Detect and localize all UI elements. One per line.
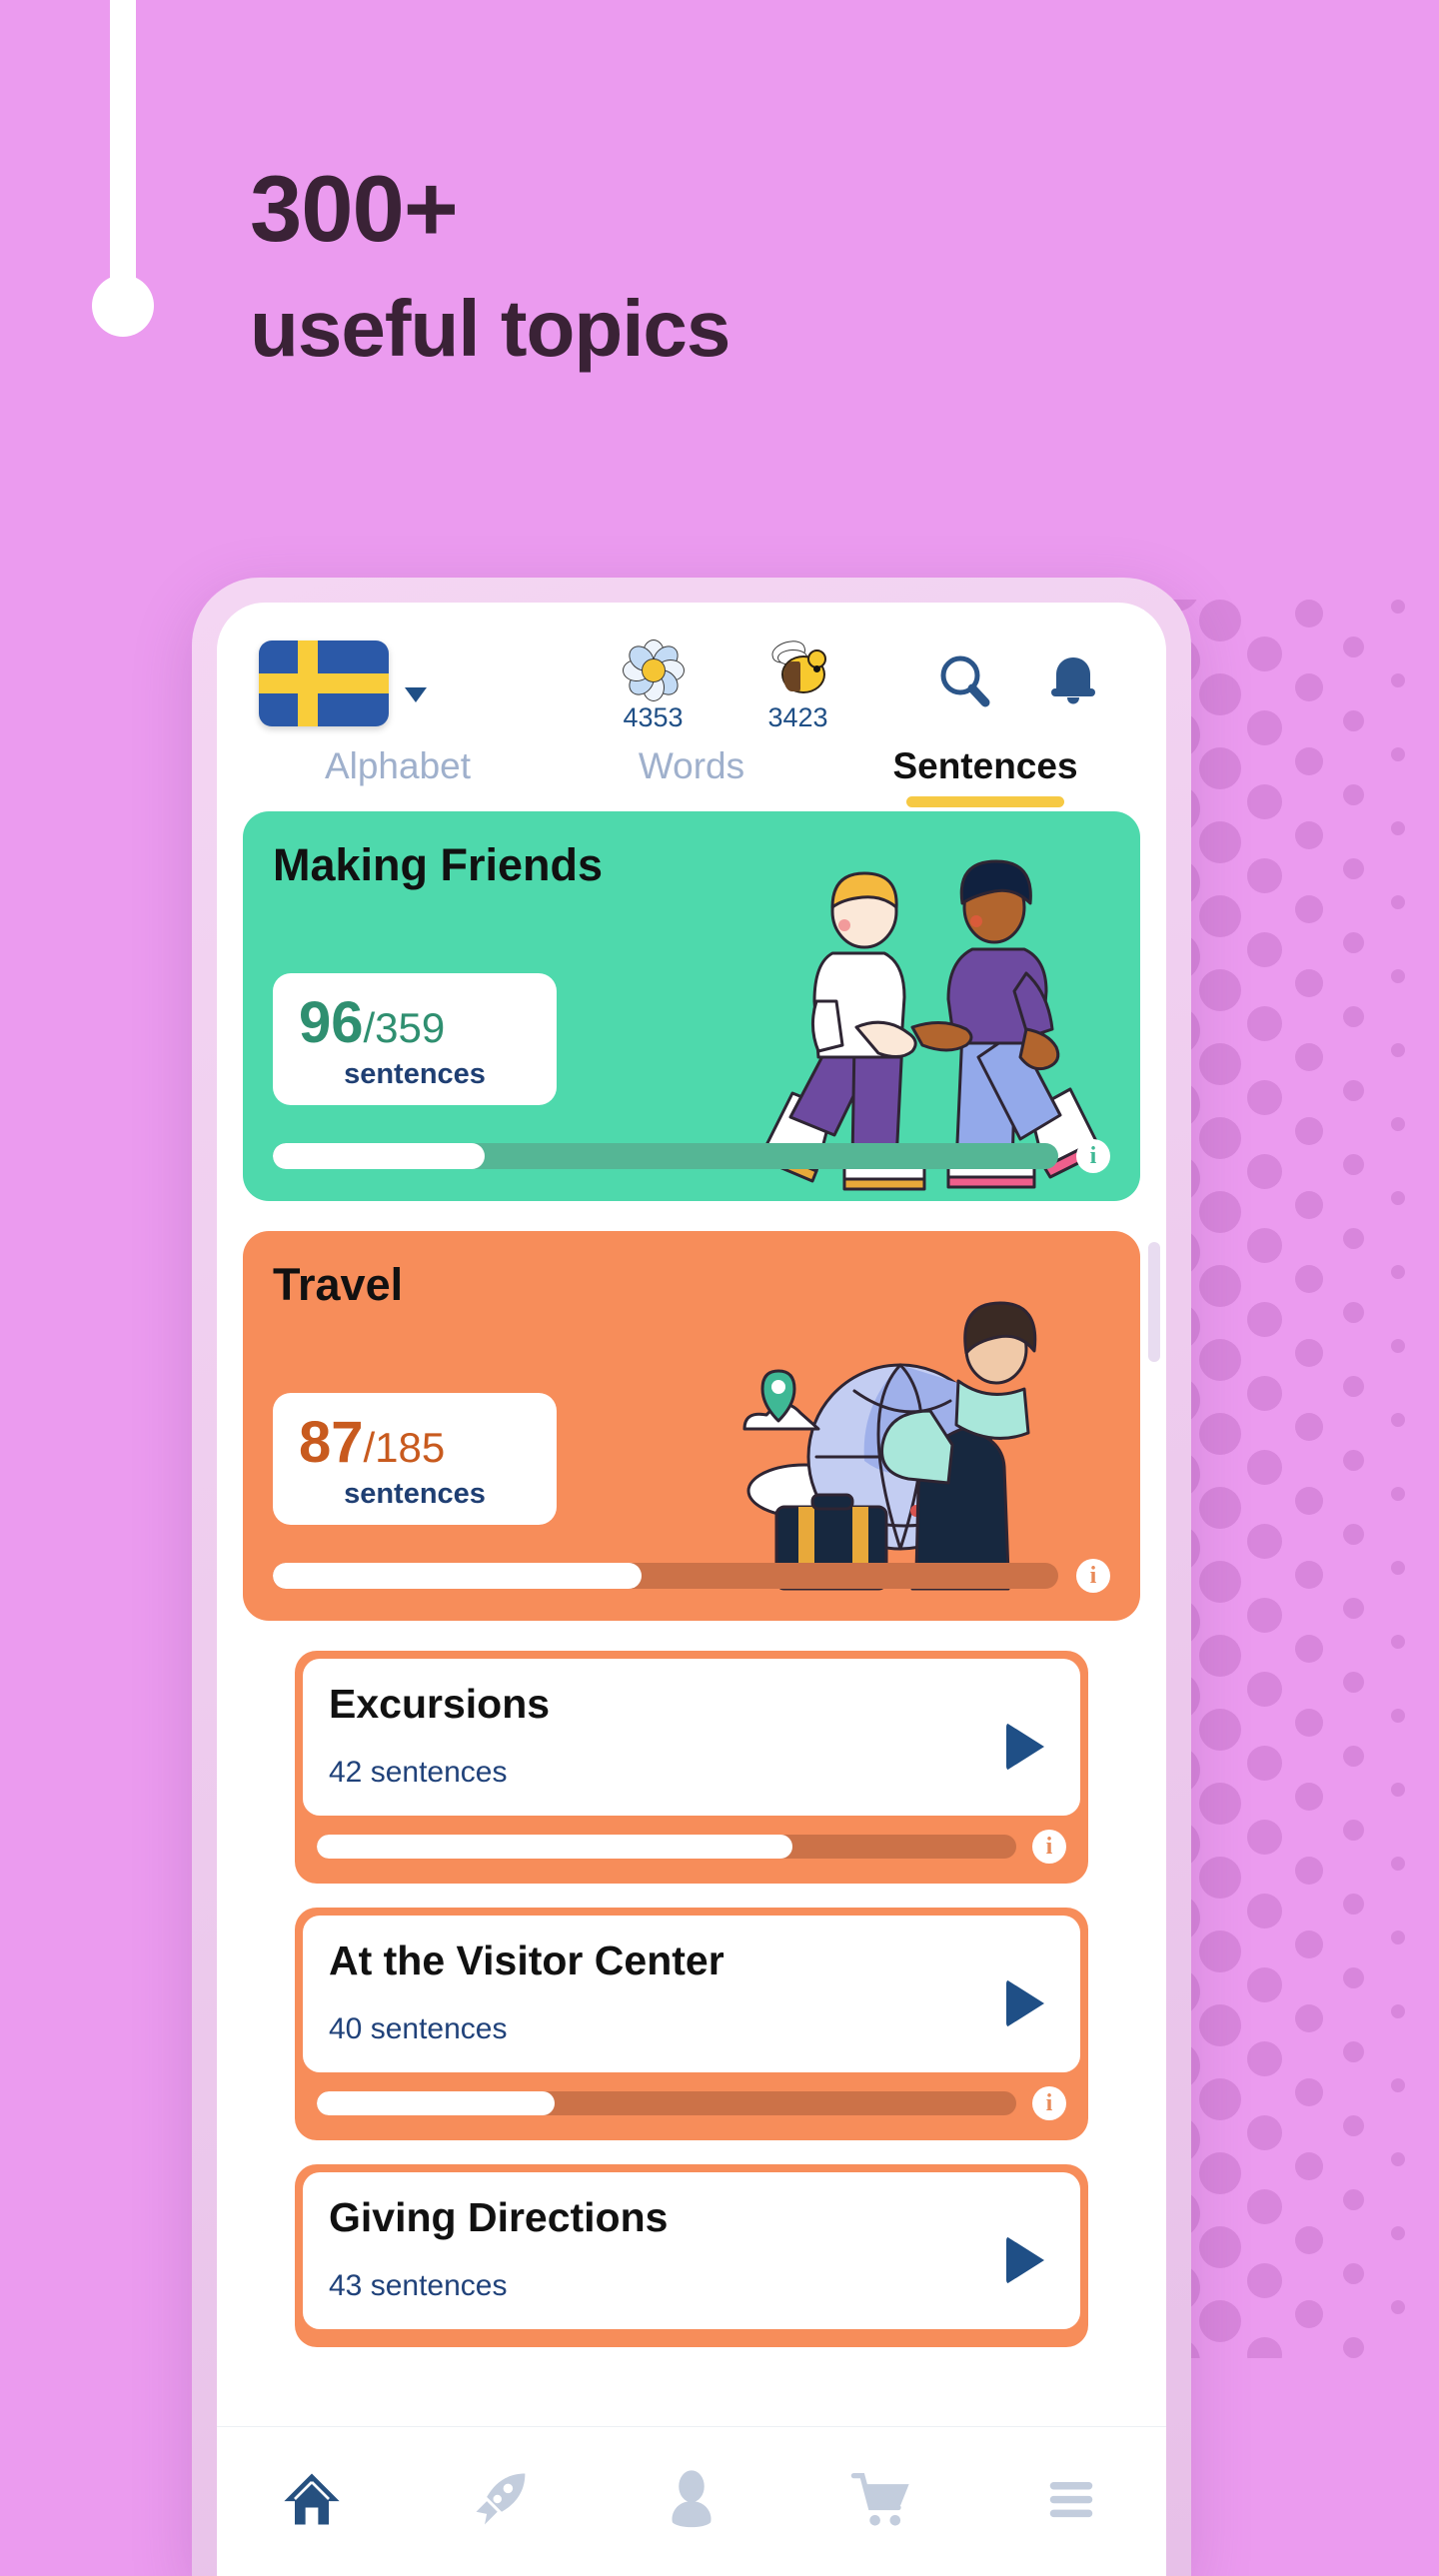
phone-screen: 4353 3423 Alphabet Words Sentences Makin… — [217, 603, 1166, 2576]
progress-bar — [317, 2091, 1016, 2115]
bee-icon — [725, 637, 870, 700]
decorative-pin-ball — [92, 275, 154, 337]
home-icon — [278, 2465, 346, 2538]
stat-value: 3423 — [767, 702, 828, 732]
header-actions — [870, 641, 1132, 718]
progress-fill — [273, 1143, 486, 1169]
completed-count: 87 — [299, 1410, 364, 1475]
info-icon[interactable]: i — [1076, 1139, 1110, 1173]
progress-bar — [273, 1563, 1058, 1589]
decorative-pin-line — [110, 0, 136, 310]
promo-headline-line1: 300+ — [250, 156, 459, 261]
nav-profile[interactable] — [597, 2427, 786, 2576]
progress-row: i — [303, 2072, 1080, 2122]
info-icon[interactable]: i — [1032, 2086, 1066, 2120]
app-header: 4353 3423 — [217, 603, 1166, 733]
sub-topic-count: 40 sentences — [329, 2012, 508, 2045]
nav-rocket[interactable] — [407, 2427, 597, 2576]
topic-card-making-friends[interactable]: Making Friends 96/359 sentences i — [243, 811, 1140, 1201]
nav-home[interactable] — [217, 2427, 407, 2576]
play-icon[interactable] — [1006, 1979, 1044, 2027]
sub-topic-at-the-visitor-center[interactable]: At the Visitor Center 40 sentences i — [295, 1908, 1088, 2140]
language-selector[interactable] — [251, 641, 581, 726]
tab-words[interactable]: Words — [545, 745, 838, 811]
sub-topic-giving-directions[interactable]: Giving Directions 43 sentences — [295, 2164, 1088, 2347]
stat-bee-points[interactable]: 3423 — [725, 637, 870, 733]
scroll-fade — [217, 2386, 1166, 2426]
total-count: /359 — [363, 1004, 446, 1051]
progress-fill — [273, 1563, 643, 1589]
sub-topic-count: 43 sentences — [329, 2269, 508, 2302]
tab-alphabet[interactable]: Alphabet — [251, 745, 545, 811]
sub-topic-body: Giving Directions 43 sentences — [303, 2172, 1080, 2329]
topic-progress-counter: 87/185 sentences — [273, 1393, 557, 1525]
search-icon[interactable] — [928, 644, 1002, 718]
play-icon[interactable] — [1006, 1723, 1044, 1771]
tab-label: Sentences — [892, 745, 1078, 786]
swedish-flag-icon — [259, 641, 389, 726]
bell-icon[interactable] — [1036, 644, 1110, 718]
progress-fill — [317, 1835, 792, 1859]
bottom-navigation — [217, 2426, 1166, 2576]
nav-cart[interactable] — [786, 2427, 976, 2576]
sub-topic-body: At the Visitor Center 40 sentences — [303, 1916, 1080, 2072]
person-icon — [658, 2465, 725, 2538]
stat-value: 4353 — [623, 702, 684, 732]
rocket-icon — [468, 2465, 536, 2538]
counter-unit: sentences — [344, 1058, 486, 1090]
menu-icon — [1037, 2465, 1105, 2538]
progress-row: i — [273, 1139, 1110, 1173]
info-icon[interactable]: i — [1032, 1830, 1066, 1864]
cart-icon — [847, 2465, 915, 2538]
caret-down-icon[interactable] — [405, 686, 427, 702]
progress-bar — [273, 1143, 1058, 1169]
phone-mockup: 4353 3423 Alphabet Words Sentences Makin… — [192, 578, 1191, 2576]
topic-progress-counter: 96/359 sentences — [273, 973, 557, 1105]
tab-label: Alphabet — [324, 745, 472, 786]
progress-bar — [317, 1835, 1016, 1859]
progress-row: i — [303, 1816, 1080, 1866]
topic-list: Making Friends 96/359 sentences i Travel… — [217, 811, 1166, 2347]
sub-topic-body: Excursions 42 sentences — [303, 1659, 1080, 1816]
play-icon[interactable] — [1006, 2236, 1044, 2284]
sub-topic-excursions[interactable]: Excursions 42 sentences i — [295, 1651, 1088, 1884]
info-icon[interactable]: i — [1076, 1559, 1110, 1593]
progress-fill — [317, 2091, 555, 2115]
progress-row: i — [273, 1559, 1110, 1593]
topic-card-travel[interactable]: Travel 87/185 sentences i — [243, 1231, 1140, 1621]
promo-headline: 300+ useful topics — [250, 156, 1149, 375]
tab-sentences[interactable]: Sentences — [838, 745, 1132, 811]
main-tabs: Alphabet Words Sentences — [217, 745, 1166, 811]
promo-headline-line2: useful topics — [250, 283, 730, 373]
completed-count: 96 — [299, 990, 364, 1055]
sub-topic-count: 42 sentences — [329, 1756, 508, 1789]
scrollbar-thumb[interactable] — [1148, 1242, 1160, 1362]
tab-label: Words — [638, 745, 745, 786]
sub-topic-title: At the Visitor Center — [329, 1937, 724, 1983]
sub-topic-title: Excursions — [329, 1681, 551, 1727]
nav-menu[interactable] — [976, 2427, 1166, 2576]
flower-icon — [581, 640, 725, 701]
stat-words-learned[interactable]: 4353 — [581, 640, 725, 733]
active-tab-underline — [906, 796, 1064, 807]
total-count: /185 — [363, 1424, 446, 1471]
counter-unit: sentences — [344, 1478, 486, 1510]
sub-topic-title: Giving Directions — [329, 2194, 669, 2240]
